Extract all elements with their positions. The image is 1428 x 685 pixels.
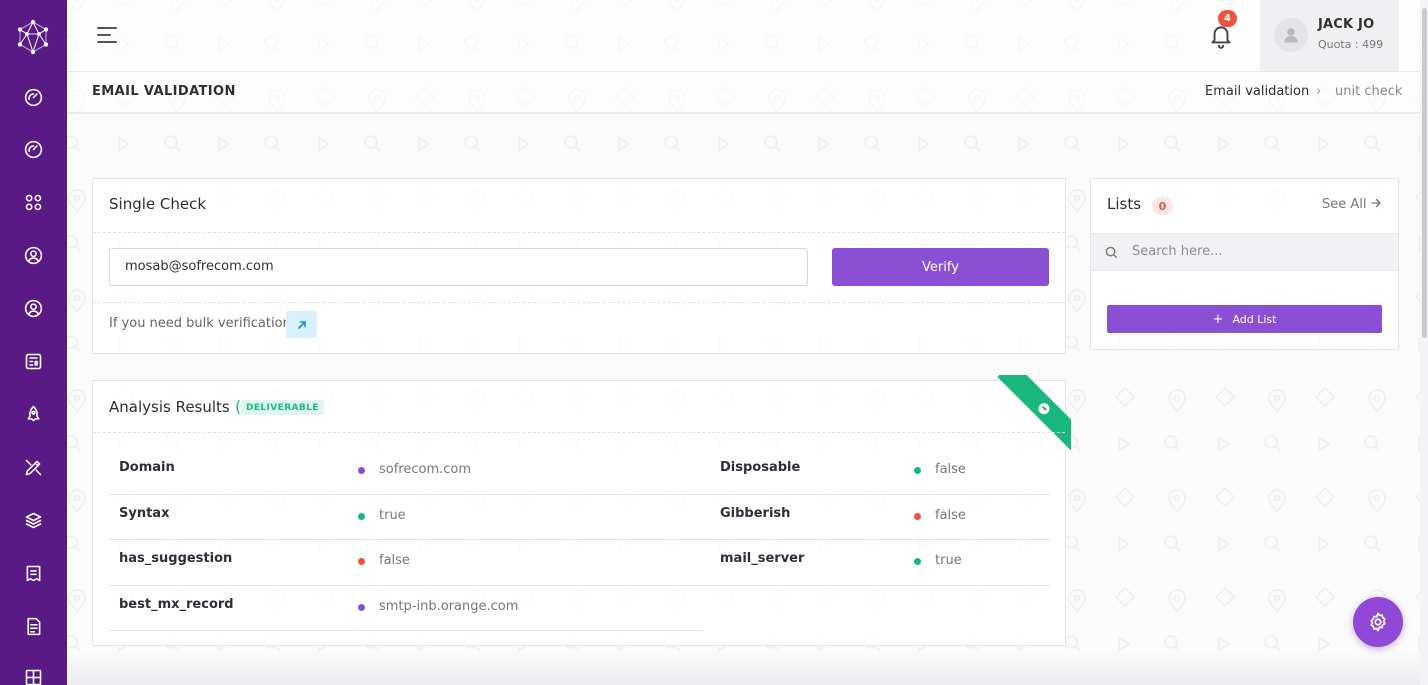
lists-count-badge: 0 — [1152, 197, 1173, 215]
file-list-icon[interactable] — [20, 613, 46, 639]
divider — [93, 432, 1065, 433]
row-divider — [709, 539, 1050, 540]
top-bar: 4 JACK JO Quota : 499 — [67, 0, 1428, 72]
row-divider — [109, 539, 709, 540]
row-divider — [709, 494, 1050, 495]
single-check-card: Single Check mosab@sofrecom.com Verify I… — [92, 178, 1066, 354]
user-menu[interactable]: JACK JO Quota : 499 — [1260, 0, 1399, 71]
user-profile-icon[interactable] — [20, 295, 46, 321]
search-icon — [1105, 246, 1118, 259]
add-list-label: Add List — [1232, 312, 1277, 326]
sidebar — [0, 0, 67, 685]
status-dot — [358, 558, 365, 565]
breadcrumb-email-validation[interactable]: Email validation — [1205, 84, 1309, 99]
bottom-fade — [67, 650, 1420, 685]
layers-icon[interactable] — [20, 507, 46, 533]
settings-button[interactable] — [1353, 597, 1403, 647]
plus-icon: + — [1212, 311, 1224, 327]
see-all-label: See All — [1322, 197, 1367, 212]
email-input[interactable]: mosab@sofrecom.com — [109, 248, 808, 286]
breadcrumb-unit-check: unit check — [1335, 84, 1403, 99]
notification-badge: 4 — [1218, 10, 1237, 27]
result-value-mail-server: true — [935, 553, 962, 568]
analysis-results-title: Analysis Results — [109, 398, 230, 416]
divider — [93, 232, 1065, 233]
row-divider — [709, 585, 1050, 586]
status-dot — [914, 558, 921, 565]
result-value-syntax: true — [379, 508, 406, 523]
minus-circle-icon — [1036, 400, 1052, 416]
row-divider — [109, 494, 709, 495]
status-badge: DELIVERABLE — [241, 400, 324, 415]
result-label-disposable: Disposable — [720, 460, 801, 475]
result-label-syntax: Syntax — [119, 506, 170, 521]
result-label-domain: Domain — [119, 460, 175, 475]
lists-card: Lists 0 See All Search here... + Add Lis… — [1090, 178, 1399, 350]
speedometer-icon[interactable] — [20, 136, 46, 162]
app-logo-icon[interactable] — [14, 18, 52, 56]
verify-button[interactable]: Verify — [832, 248, 1049, 286]
dashboard-icon[interactable] — [20, 84, 46, 110]
status-dot — [914, 513, 921, 520]
single-check-title: Single Check — [109, 195, 207, 213]
bulk-link-button[interactable] — [286, 311, 317, 338]
scrollbar-thumb[interactable] — [1422, 8, 1427, 338]
result-label-best-mx-record: best_mx_record — [119, 597, 234, 612]
search-input[interactable]: Search here... — [1132, 244, 1223, 259]
status-dot — [358, 604, 365, 611]
result-value-gibberish: false — [935, 508, 966, 523]
breadcrumb-separator-icon: › — [1316, 84, 1322, 99]
analysis-results-card: Analysis Results ( DELIVERABLE Domain so… — [92, 375, 1071, 646]
status-ribbon — [995, 375, 1071, 451]
layout-grid-icon[interactable] — [20, 664, 46, 685]
see-all-link[interactable]: See All — [1322, 197, 1381, 212]
add-list-button[interactable]: + Add List — [1107, 305, 1382, 333]
status-dot — [914, 467, 921, 474]
divider — [93, 302, 1065, 303]
receipt-icon[interactable] — [20, 560, 46, 586]
newspaper-icon[interactable] — [20, 348, 46, 374]
user-quota: Quota : 499 — [1318, 38, 1384, 51]
arrow-up-right-icon — [297, 320, 306, 329]
rocket-icon[interactable] — [20, 401, 46, 427]
user-circle-icon[interactable] — [20, 242, 46, 268]
apps-grid-icon[interactable] — [20, 189, 46, 215]
lists-title: Lists — [1107, 195, 1142, 213]
row-divider — [109, 585, 709, 586]
page-title: EMAIL VALIDATION — [92, 84, 236, 99]
result-value-best-mx-record: smtp-inb.orange.com — [379, 599, 519, 614]
result-value-domain: sofrecom.com — [379, 462, 472, 477]
result-label-mail-server: mail_server — [720, 551, 805, 566]
bulk-verification-text: If you need bulk verification — [109, 316, 291, 331]
design-tools-icon[interactable] — [20, 454, 46, 480]
page-header: EMAIL VALIDATION Email validation › unit… — [67, 72, 1428, 114]
menu-toggle-icon[interactable] — [95, 25, 119, 45]
avatar — [1274, 18, 1308, 52]
status-dot — [358, 467, 365, 474]
row-divider — [109, 630, 703, 631]
lists-search[interactable]: Search here... — [1091, 233, 1398, 271]
arrow-right-icon — [1370, 198, 1381, 208]
user-name: JACK JO — [1318, 17, 1375, 32]
result-label-has-suggestion: has_suggestion — [119, 551, 233, 566]
result-value-has-suggestion: false — [379, 553, 410, 568]
result-label-gibberish: Gibberish — [720, 506, 791, 521]
result-value-disposable: false — [935, 462, 966, 477]
status-dot — [358, 513, 365, 520]
gear-icon — [1370, 612, 1386, 632]
